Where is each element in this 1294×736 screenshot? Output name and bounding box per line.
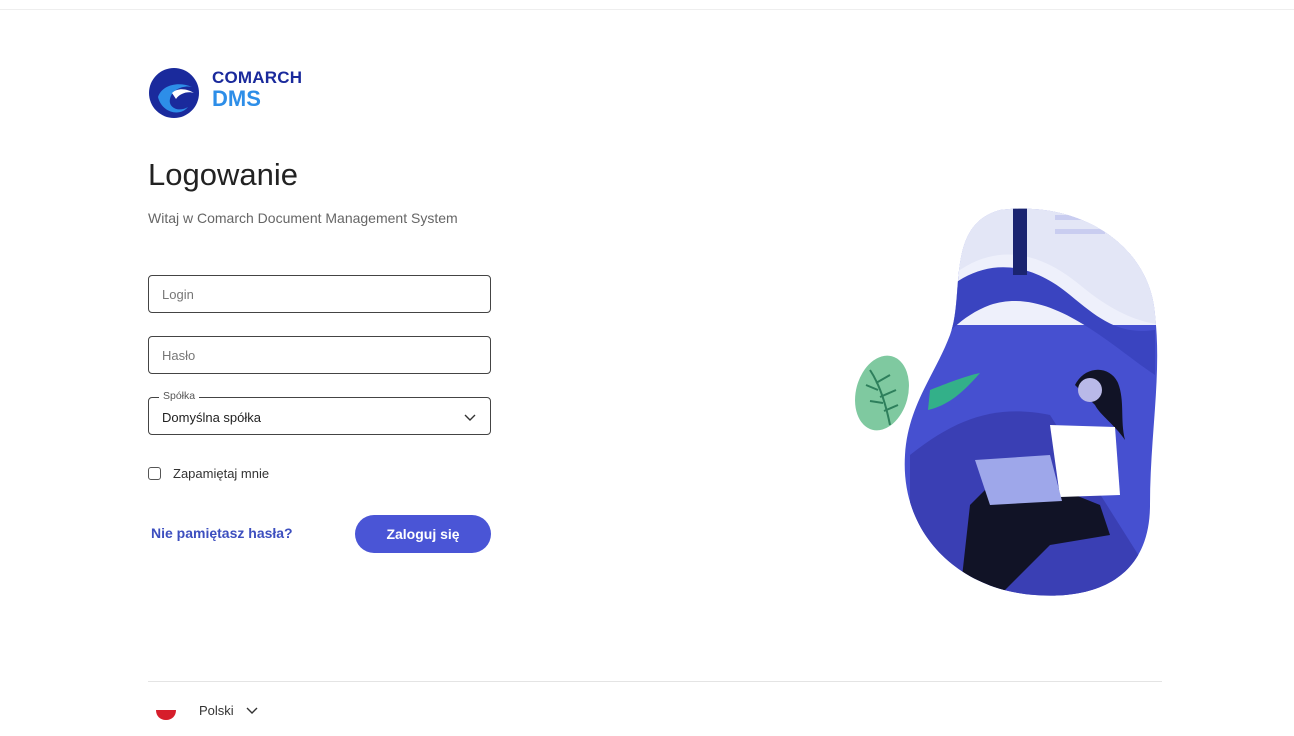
page-title: Logowanie: [148, 157, 298, 192]
brand-company: COMARCH: [212, 68, 303, 87]
language-selector[interactable]: Polski: [155, 699, 258, 721]
footer-divider: [148, 681, 1162, 682]
company-select-value: Domyślna spółka: [162, 410, 261, 425]
company-select-label: Spółka: [159, 390, 200, 402]
brand-product: DMS: [212, 86, 261, 111]
login-button[interactable]: Zaloguj się: [355, 515, 491, 553]
brand-logo: COMARCH DMS: [148, 67, 302, 119]
chevron-down-icon: [246, 707, 258, 714]
page-subtitle: Witaj w Comarch Document Management Syst…: [148, 210, 458, 226]
language-label: Polski: [199, 702, 234, 718]
login-illustration: [855, 208, 1158, 596]
password-field-wrapper: [148, 336, 491, 374]
login-field-wrapper: [148, 275, 491, 313]
poland-flag-icon: [155, 699, 177, 720]
login-input[interactable]: [149, 276, 490, 312]
forgot-password-link[interactable]: Nie pamiętasz hasła?: [151, 525, 293, 541]
top-divider: [0, 9, 1294, 10]
password-input[interactable]: [149, 337, 490, 373]
remember-me[interactable]: Zapamiętaj mnie: [148, 466, 269, 481]
remember-me-label: Zapamiętaj mnie: [173, 466, 270, 481]
comarch-logo-icon: [149, 68, 199, 118]
company-select[interactable]: Spółka Domyślna spółka: [148, 390, 491, 435]
chevron-down-icon: [464, 414, 476, 421]
remember-me-checkbox[interactable]: [148, 467, 161, 480]
